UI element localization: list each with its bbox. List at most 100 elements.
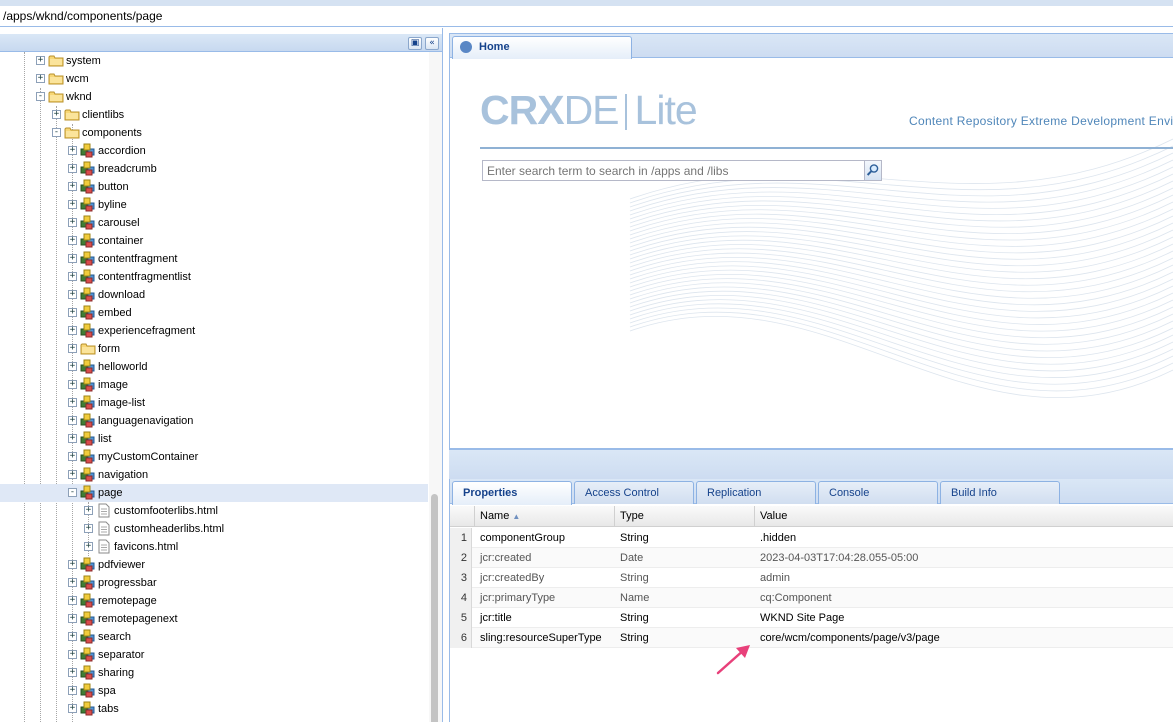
binoculars-icon[interactable]: ▣: [408, 37, 422, 50]
table-row[interactable]: 2 jcr:created Date 2023-04-03T17:04:28.055-…: [450, 548, 1173, 568]
collapse-toggle-icon[interactable]: -: [52, 128, 61, 137]
expand-toggle-icon[interactable]: +: [36, 74, 45, 83]
tab-home[interactable]: Home: [452, 36, 632, 59]
tree-node[interactable]: + image-list: [0, 394, 428, 412]
tree-node[interactable]: + download: [0, 286, 428, 304]
expand-toggle-icon[interactable]: +: [68, 560, 77, 569]
expand-toggle-icon[interactable]: +: [68, 686, 77, 695]
expand-toggle-icon[interactable]: +: [84, 542, 93, 551]
tree-node[interactable]: + carousel: [0, 214, 428, 232]
tree-node[interactable]: + container: [0, 232, 428, 250]
column-header-name[interactable]: Name ▲: [475, 506, 615, 527]
table-row[interactable]: 5 jcr:title String WKND Site Page: [450, 608, 1173, 628]
expand-toggle-icon[interactable]: +: [68, 344, 77, 353]
expand-toggle-icon[interactable]: +: [68, 290, 77, 299]
search-input[interactable]: [483, 161, 864, 180]
path-input[interactable]: [0, 6, 1173, 26]
collapse-left-icon[interactable]: «: [425, 37, 439, 50]
expand-toggle-icon[interactable]: +: [68, 146, 77, 155]
tree-node[interactable]: + experiencefragment: [0, 322, 428, 340]
tree-node[interactable]: + myCustomContainer: [0, 448, 428, 466]
tree-node[interactable]: + customheaderlibs.html: [0, 520, 428, 538]
tab-access-control[interactable]: Access Control: [574, 481, 694, 504]
tab-console[interactable]: Console: [818, 481, 938, 504]
tree-node[interactable]: + helloworld: [0, 358, 428, 376]
tree-node[interactable]: + languagenavigation: [0, 412, 428, 430]
tree-node[interactable]: + image: [0, 376, 428, 394]
tree-node[interactable]: + button: [0, 178, 428, 196]
tree-node[interactable]: + customfooterlibs.html: [0, 502, 428, 520]
table-row[interactable]: 4 jcr:primaryType Name cq:Component: [450, 588, 1173, 608]
expand-toggle-icon[interactable]: +: [68, 650, 77, 659]
expand-toggle-icon[interactable]: +: [68, 668, 77, 677]
tree-node[interactable]: + wcm: [0, 70, 428, 88]
expand-toggle-icon[interactable]: +: [68, 308, 77, 317]
panel-splitter[interactable]: [449, 449, 1173, 479]
tab-replication[interactable]: Replication: [696, 481, 816, 504]
expand-toggle-icon[interactable]: +: [68, 416, 77, 425]
tree-node[interactable]: + byline: [0, 196, 428, 214]
expand-toggle-icon[interactable]: +: [68, 614, 77, 623]
expand-toggle-icon[interactable]: +: [84, 506, 93, 515]
expand-toggle-icon[interactable]: +: [68, 596, 77, 605]
tree-node[interactable]: - page: [0, 484, 428, 502]
component-icon: [80, 197, 96, 212]
collapse-toggle-icon[interactable]: -: [36, 92, 45, 101]
expand-toggle-icon[interactable]: +: [68, 218, 77, 227]
expand-toggle-icon[interactable]: +: [68, 362, 77, 371]
tab-build-info[interactable]: Build Info: [940, 481, 1060, 504]
expand-toggle-icon[interactable]: +: [68, 380, 77, 389]
search-button[interactable]: [864, 161, 881, 180]
expand-toggle-icon[interactable]: +: [68, 254, 77, 263]
expand-toggle-icon[interactable]: +: [68, 470, 77, 479]
tree-node[interactable]: + contentfragment: [0, 250, 428, 268]
expand-toggle-icon[interactable]: +: [68, 326, 77, 335]
tree-node[interactable]: + list: [0, 430, 428, 448]
tree-node[interactable]: + accordion: [0, 142, 428, 160]
expand-toggle-icon[interactable]: +: [68, 434, 77, 443]
tree-node[interactable]: + navigation: [0, 466, 428, 484]
expand-toggle-icon[interactable]: +: [68, 632, 77, 641]
expand-toggle-icon[interactable]: +: [68, 164, 77, 173]
tree-node[interactable]: + form: [0, 340, 428, 358]
expand-toggle-icon[interactable]: +: [68, 704, 77, 713]
tree-node[interactable]: + separator: [0, 646, 428, 664]
tree-node[interactable]: + progressbar: [0, 574, 428, 592]
collapse-toggle-icon[interactable]: -: [68, 488, 77, 497]
tree-node[interactable]: + system: [0, 52, 428, 70]
expand-toggle-icon[interactable]: +: [68, 398, 77, 407]
table-row[interactable]: 6 sling:resourceSuperType String core/wcm/c…: [450, 628, 1173, 648]
table-row[interactable]: 1 componentGroup String .hidden: [450, 528, 1173, 548]
expand-toggle-icon[interactable]: +: [68, 182, 77, 191]
table-row[interactable]: 3 jcr:createdBy String admin: [450, 568, 1173, 588]
expand-toggle-icon[interactable]: +: [52, 110, 61, 119]
column-header-value[interactable]: Value: [755, 506, 1173, 527]
tree-node[interactable]: + contentfragmentlist: [0, 268, 428, 286]
tree-node[interactable]: + favicons.html: [0, 538, 428, 556]
tree-node[interactable]: + spa: [0, 682, 428, 700]
column-type-label: Type: [620, 510, 644, 522]
tree-node[interactable]: - wknd: [0, 88, 428, 106]
tree-scrollbar[interactable]: [429, 52, 442, 722]
tree-node[interactable]: + tabs: [0, 700, 428, 718]
column-header-type[interactable]: Type: [615, 506, 755, 527]
expand-toggle-icon[interactable]: +: [68, 272, 77, 281]
tree-node[interactable]: - components: [0, 124, 428, 142]
tree-node[interactable]: + pdfviewer: [0, 556, 428, 574]
tree-scrollbar-thumb[interactable]: [431, 494, 438, 722]
tree-node[interactable]: + remotepagenext: [0, 610, 428, 628]
tree-node[interactable]: + sharing: [0, 664, 428, 682]
expand-toggle-icon[interactable]: +: [68, 578, 77, 587]
tab-properties[interactable]: Properties: [452, 481, 572, 505]
tree-node[interactable]: + search: [0, 628, 428, 646]
tree-node[interactable]: + embed: [0, 304, 428, 322]
expand-toggle-icon[interactable]: +: [68, 200, 77, 209]
tree-node[interactable]: + remotepage: [0, 592, 428, 610]
expand-toggle-icon[interactable]: +: [68, 236, 77, 245]
expand-toggle-icon[interactable]: +: [68, 452, 77, 461]
expand-toggle-icon[interactable]: +: [36, 56, 45, 65]
expand-toggle-icon[interactable]: +: [84, 524, 93, 533]
tree-node[interactable]: + breadcrumb: [0, 160, 428, 178]
tree-node[interactable]: + clientlibs: [0, 106, 428, 124]
repository-tree: + system + wcm - wknd + clientlibs - components + a…: [0, 52, 428, 722]
